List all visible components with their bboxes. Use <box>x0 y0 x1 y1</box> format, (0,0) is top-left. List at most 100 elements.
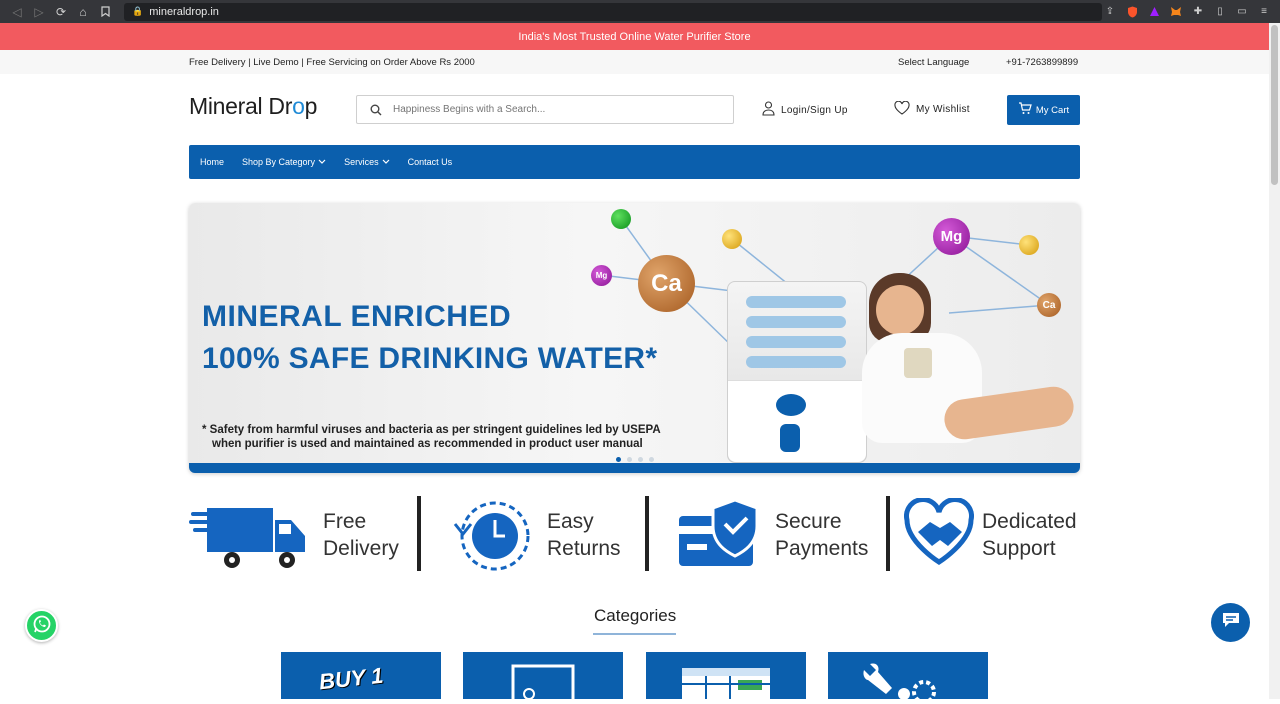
purifier-icon <box>463 664 623 704</box>
ca-atom-large: Ca <box>638 255 695 312</box>
cart-label: My Cart <box>1035 104 1070 116</box>
gold-atom-icon <box>1019 235 1039 255</box>
feature-label-line2: Delivery <box>323 537 399 560</box>
feature-divider <box>417 496 421 571</box>
share-icon[interactable]: ⇪ <box>1102 4 1118 20</box>
categories-underline <box>593 633 676 635</box>
mg-atom-large: Mg <box>933 218 970 255</box>
logo-text: Mineral Dr <box>189 93 293 119</box>
nav-item-shop-by-category[interactable]: Shop By Category <box>242 157 326 167</box>
feature-label-line2: Support <box>982 537 1056 560</box>
cart-button[interactable]: My Cart <box>1007 95 1080 125</box>
wishlist-label: My Wishlist <box>916 104 970 115</box>
cart-icon <box>1018 102 1032 118</box>
search-input[interactable] <box>393 104 713 115</box>
search-icon[interactable] <box>369 103 383 117</box>
address-bar[interactable]: 🔒 mineraldrop.in <box>124 2 1102 21</box>
feature-label-line1: Free <box>323 510 367 533</box>
feature-label-line1: Easy <box>547 510 594 533</box>
scrollbar-thumb[interactable] <box>1271 25 1278 185</box>
offer-text: Free Delivery | Live Demo | Free Servici… <box>189 57 475 68</box>
feature-label-line2: Returns <box>547 537 621 560</box>
feature-divider <box>645 496 649 571</box>
slider-dot[interactable] <box>616 457 621 462</box>
nav-item-home[interactable]: Home <box>200 157 224 167</box>
slider-dots <box>616 457 654 462</box>
reload-icon[interactable]: ⟳ <box>50 1 72 23</box>
slider-dot[interactable] <box>627 457 632 462</box>
promo-text: India's Most Trusted Online Water Purifi… <box>518 30 751 43</box>
calendar-grid-icon <box>646 668 806 704</box>
home-icon[interactable]: ⌂ <box>72 1 94 23</box>
wishlist-link[interactable]: My Wishlist <box>894 100 970 118</box>
slider-dot[interactable] <box>649 457 654 462</box>
search-bar[interactable] <box>356 95 734 124</box>
chevron-down-icon <box>318 158 326 167</box>
sidebar-icon[interactable]: ▯ <box>1212 4 1228 20</box>
slider-dot[interactable] <box>638 457 643 462</box>
hero-disclaimer-line2: when purifier is used and maintained as … <box>212 438 643 450</box>
heart-icon <box>894 100 910 118</box>
chevron-down-icon <box>382 158 390 167</box>
features-row: Free Delivery Easy Returns Secure Paymen… <box>189 496 1080 574</box>
water-purifier-image <box>727 281 867 463</box>
rewards-icon[interactable] <box>1146 4 1162 20</box>
chat-widget-button[interactable] <box>1211 603 1250 642</box>
nav-contact-label: Contact Us <box>407 157 453 167</box>
brave-shield-icon[interactable] <box>1124 4 1140 20</box>
delivery-truck-icon <box>189 498 309 573</box>
extensions-icon[interactable]: ✚ <box>1190 4 1206 20</box>
return-clock-icon <box>447 494 537 577</box>
promo-banner: India's Most Trusted Online Water Purifi… <box>0 23 1269 50</box>
whatsapp-icon <box>32 614 52 637</box>
category-card-spares[interactable] <box>646 652 806 704</box>
nav-item-services[interactable]: Services <box>344 157 390 167</box>
feature-label-line1: Dedicated <box>982 510 1077 533</box>
feature-easy-returns: Easy Returns <box>447 496 621 574</box>
top-info-bar: Free Delivery | Live Demo | Free Servici… <box>0 50 1269 74</box>
whatsapp-button[interactable] <box>25 609 58 642</box>
menu-icon[interactable]: ≡ <box>1256 4 1272 20</box>
hero-disclaimer-line1: * Safety from harmful viruses and bacter… <box>202 424 661 436</box>
wrench-gear-icon <box>828 663 988 704</box>
page-scrollbar[interactable] <box>1269 23 1280 699</box>
bookmark-icon[interactable] <box>94 1 116 23</box>
green-atom-icon <box>611 209 631 229</box>
metamask-icon[interactable] <box>1168 4 1184 20</box>
back-icon[interactable]: ◁ <box>6 1 28 23</box>
hero-banner[interactable]: Mg Ca Mg Ca MINERAL ENRICHED 100% SAFE D… <box>189 203 1080 473</box>
nav-item-contact-us[interactable]: Contact Us <box>408 157 453 167</box>
feature-divider <box>886 496 890 571</box>
child-drinking-water-image <box>854 273 1079 463</box>
site-logo[interactable]: Mineral Drop <box>189 93 317 120</box>
gold-atom-icon <box>722 229 742 249</box>
login-link[interactable]: Login/Sign Up <box>762 101 848 119</box>
logo-drop-icon: o <box>292 93 305 119</box>
mg-atom-small: Mg <box>591 265 612 286</box>
forward-icon[interactable]: ▷ <box>28 1 50 23</box>
main-navigation: Home Shop By Category Services Contact U… <box>189 145 1080 179</box>
hero-bottom-band <box>189 463 1080 473</box>
categories-heading: Categories <box>594 606 677 625</box>
feature-label-line2: Payments <box>775 537 869 560</box>
url-text: mineraldrop.in <box>149 5 219 18</box>
nav-shop-label: Shop By Category <box>242 157 316 167</box>
user-icon <box>762 101 775 119</box>
language-selector[interactable]: Select Language <box>898 57 969 68</box>
nav-home-label: Home <box>200 157 225 167</box>
logo-text-end: p <box>304 93 318 119</box>
login-label: Login/Sign Up <box>781 104 848 116</box>
category-card-purifiers[interactable] <box>463 652 623 704</box>
category-card-services[interactable] <box>828 652 988 704</box>
feature-dedicated-support: Dedicated Support <box>904 496 1077 574</box>
browser-toolbar: ◁ ▷ ⟳ ⌂ 🔒 mineraldrop.in ⇪ ✚ ▯ ▭ ≡ <box>0 0 1280 23</box>
feature-label-line1: Secure <box>775 510 842 533</box>
category-card-offers[interactable]: BUY 1 <box>281 652 441 699</box>
hero-disclaimer: * Safety from harmful viruses and bacter… <box>202 423 661 451</box>
lock-icon: 🔒 <box>132 6 144 16</box>
category-card-text: BUY 1 <box>317 662 385 695</box>
handshake-heart-icon <box>904 496 974 573</box>
feature-secure-payments: Secure Payments <box>677 496 868 574</box>
wallet-icon[interactable]: ▭ <box>1234 4 1250 20</box>
phone-number[interactable]: +91-7263899899 <box>1006 57 1078 68</box>
